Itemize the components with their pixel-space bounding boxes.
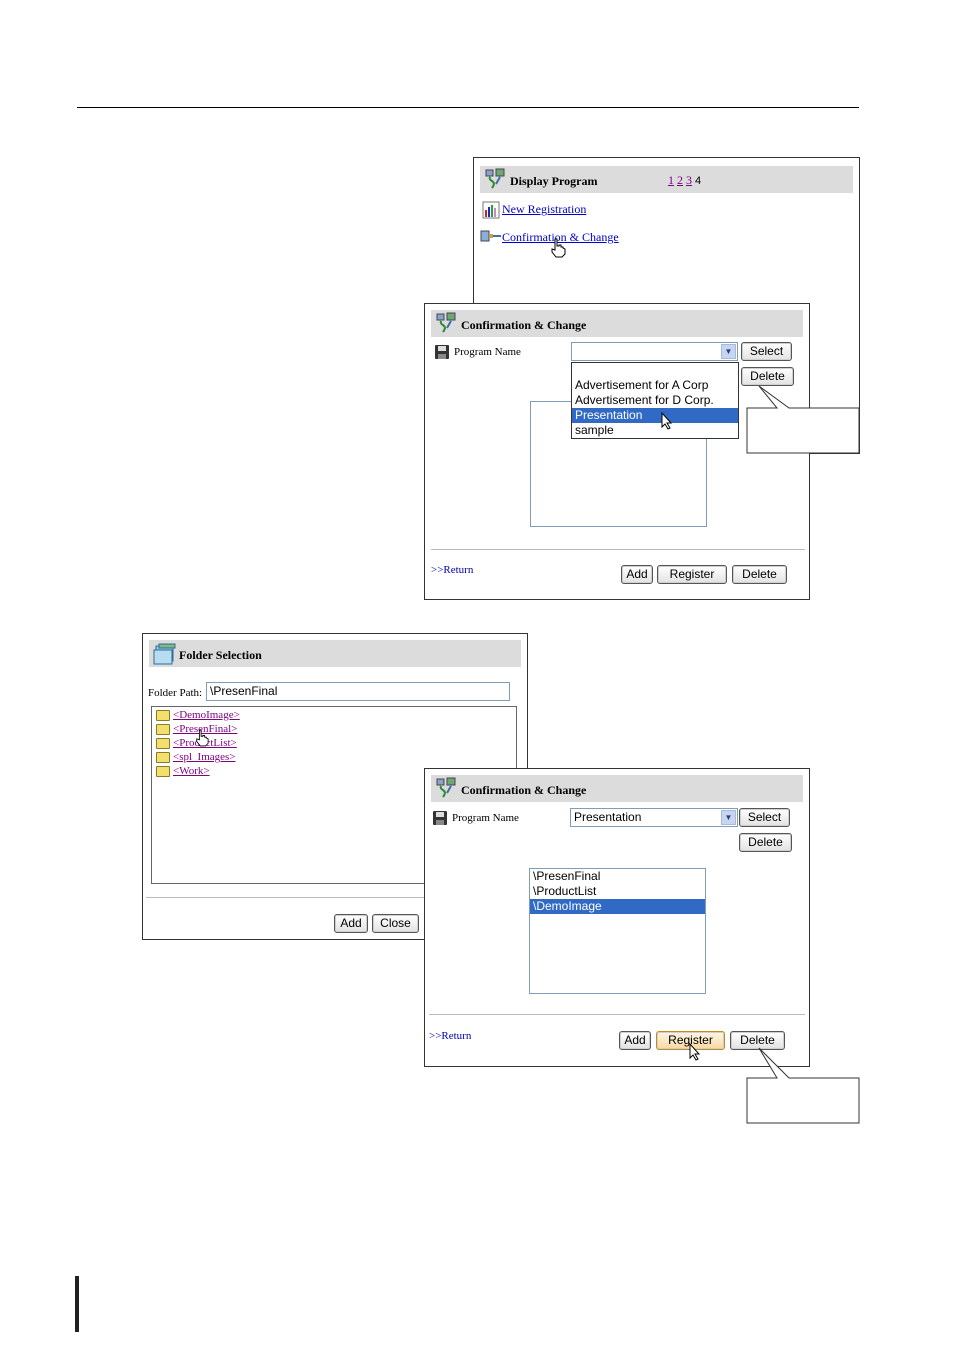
folder-link[interactable]: <spl_Images>: [173, 751, 236, 763]
bar-chart-icon: [482, 201, 500, 219]
folder-item[interactable]: <DemoImage>: [156, 709, 240, 723]
page-link-3[interactable]: 3: [686, 173, 692, 187]
chevron-down-icon[interactable]: ▼: [721, 810, 736, 825]
folder-icon: [153, 643, 176, 665]
folder-list-item-selected[interactable]: \DemoImage: [530, 899, 705, 914]
conf2-delete-button[interactable]: Delete: [739, 833, 792, 852]
folder-close-button[interactable]: Close: [372, 914, 419, 933]
folder-link[interactable]: <DemoImage>: [173, 709, 240, 721]
conf2-title: Confirmation & Change: [461, 783, 587, 797]
folder-link[interactable]: <Work>: [173, 765, 210, 777]
conf2-return-link[interactable]: >>Return: [429, 1030, 471, 1042]
folder-list-item[interactable]: \ProductList: [530, 884, 705, 899]
folder-item[interactable]: <Work>: [156, 765, 210, 779]
conf2-separator: [429, 1014, 805, 1015]
dropdown-option[interactable]: Advertisement for A Corp: [572, 378, 738, 393]
folder-selection-title: Folder Selection: [179, 648, 262, 662]
confirmation-window-2: Confirmation & Change Program Name Prese…: [424, 768, 810, 1067]
folder-item[interactable]: <spl_Images>: [156, 751, 236, 765]
conf2-select-button[interactable]: Select: [739, 808, 790, 827]
floppy-disk-icon: [433, 811, 447, 825]
conf2-titlebar: Confirmation & Change: [431, 775, 803, 802]
folder-icon: [156, 765, 170, 777]
folder-icon: [156, 737, 170, 749]
network-icon: [436, 777, 456, 798]
conf1-add-button[interactable]: Add: [621, 565, 653, 584]
conf1-separator: [431, 549, 805, 550]
page-link-2[interactable]: 2: [677, 173, 683, 187]
callout-1: [746, 385, 860, 454]
dropdown-option[interactable]: sample: [572, 423, 738, 438]
conf2-program-name-label: Program Name: [452, 812, 519, 824]
conf1-dropdown-list[interactable]: Advertisement for A Corp Advertisement f…: [571, 362, 739, 439]
conf1-titlebar: Confirmation & Change: [431, 310, 803, 337]
display-program-titlebar: Display Program 1 2 3 4: [480, 166, 853, 193]
new-registration-link[interactable]: New Registration: [502, 202, 586, 217]
chevron-down-icon[interactable]: ▼: [721, 344, 736, 359]
folder-icon: [156, 751, 170, 763]
folder-path-label-text: Folder Path: [148, 687, 200, 699]
top-rule: [77, 107, 859, 108]
conf1-register-button[interactable]: Register: [657, 565, 727, 584]
conf2-folder-list[interactable]: \PresenFinal \ProductList \DemoImage: [529, 868, 706, 994]
floppy-disk-icon: [435, 345, 449, 359]
dropdown-option[interactable]: Advertisement for D Corp.: [572, 393, 738, 408]
folder-path-input[interactable]: \PresenFinal: [206, 682, 510, 701]
conf2-program-select[interactable]: Presentation ▼: [570, 808, 738, 827]
current-page: 4: [695, 175, 702, 187]
page-margin-bar: [75, 1276, 79, 1332]
conf1-title: Confirmation & Change: [461, 318, 587, 332]
conf1-select-button[interactable]: Select: [741, 342, 792, 361]
folder-icon: [156, 709, 170, 721]
callout-2: [746, 1047, 860, 1124]
conf2-select-value: Presentation: [574, 810, 642, 824]
page-links: 1 2 3 4: [668, 173, 701, 188]
folder-add-button[interactable]: Add: [334, 914, 368, 933]
pointer-cursor-icon: [196, 729, 209, 747]
network-icon: [485, 168, 505, 189]
folder-icon: [156, 723, 170, 735]
page-link-1[interactable]: 1: [668, 173, 674, 187]
conf1-delete-bottom-button[interactable]: Delete: [732, 565, 787, 584]
folder-list-item[interactable]: \PresenFinal: [530, 869, 705, 884]
pointer-cursor-icon: [689, 1043, 701, 1061]
dropdown-option-selected[interactable]: Presentation: [572, 408, 738, 423]
conf1-program-name-label: Program Name: [454, 346, 521, 358]
conf1-return-link[interactable]: >>Return: [431, 564, 473, 576]
conf2-add-button[interactable]: Add: [619, 1031, 651, 1050]
pointer-cursor-icon: [661, 412, 673, 430]
connector-icon: [480, 230, 501, 242]
network-icon: [436, 312, 456, 333]
folder-path-label: Folder Path:: [148, 687, 203, 699]
pointer-cursor-icon: [551, 238, 566, 258]
display-program-title: Display Program: [510, 174, 598, 188]
conf1-program-select[interactable]: ▼: [571, 342, 738, 361]
folder-selection-titlebar: Folder Selection: [149, 640, 521, 667]
